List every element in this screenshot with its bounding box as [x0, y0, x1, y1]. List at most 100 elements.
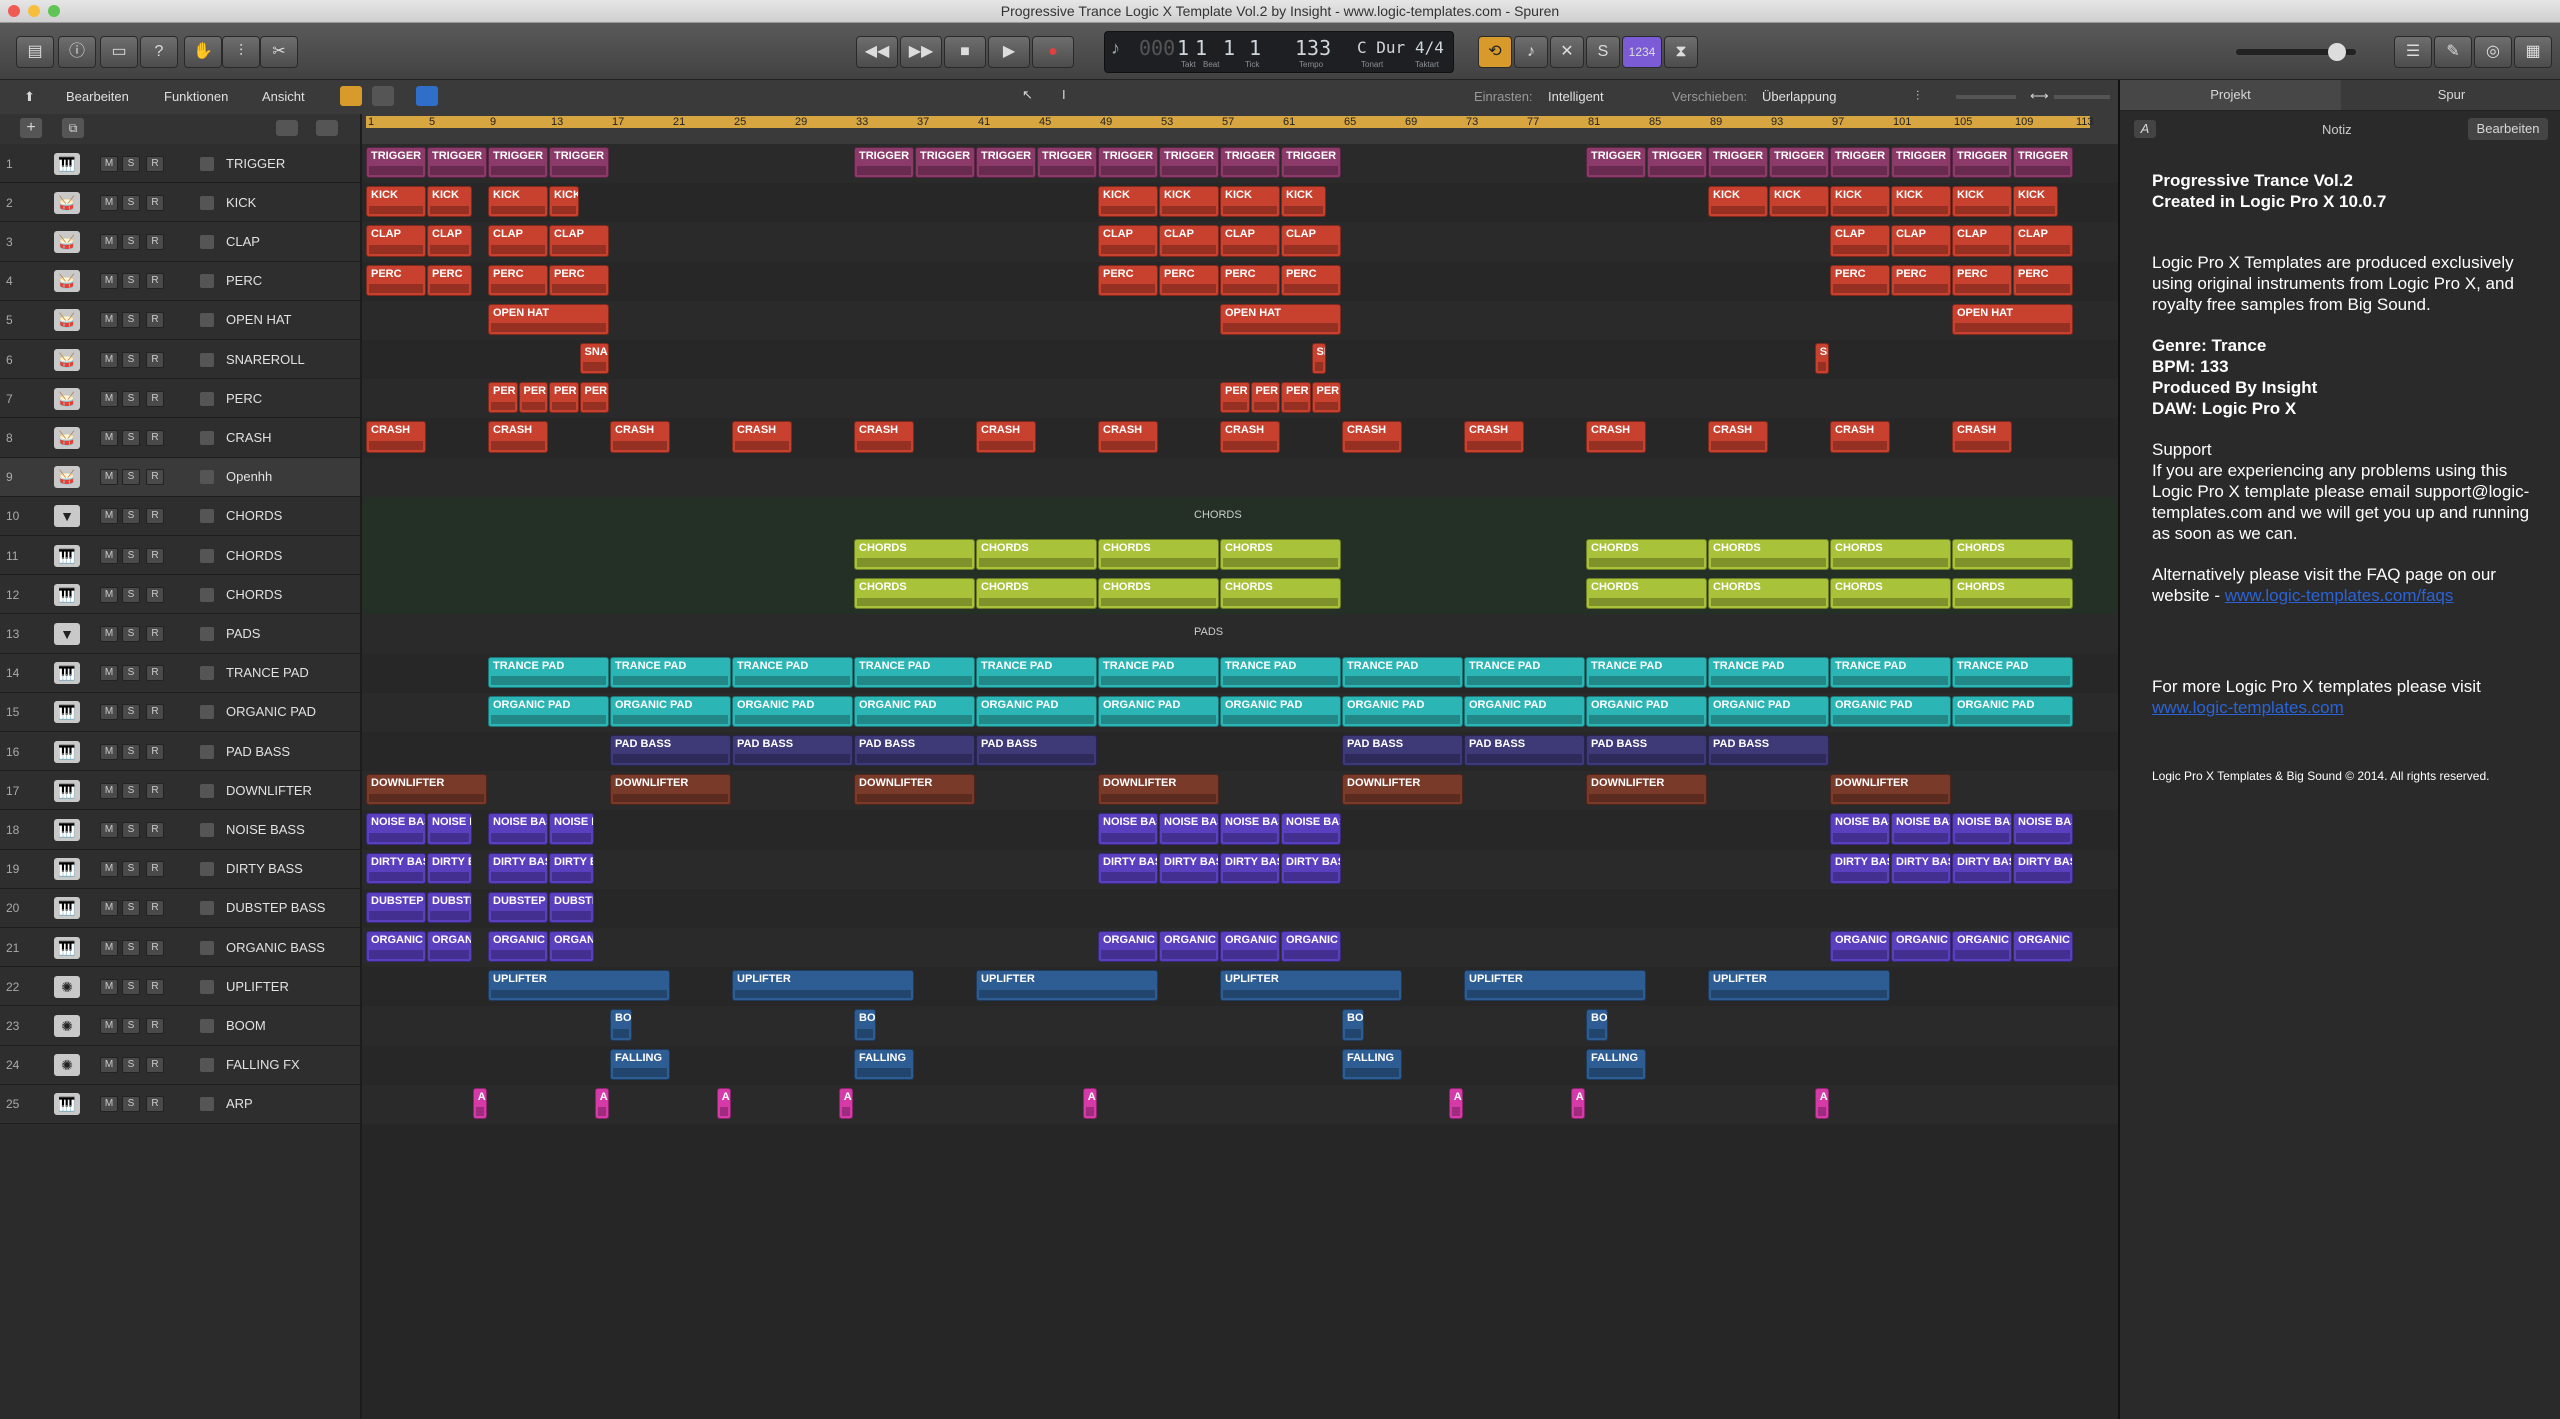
region[interactable]: A	[594, 1087, 609, 1119]
region[interactable]: CLAP	[488, 225, 548, 257]
automation-icon[interactable]	[200, 587, 214, 602]
region[interactable]: PAD BASS	[976, 735, 1097, 767]
solo-button[interactable]: S	[122, 1096, 140, 1113]
record-enable-button[interactable]: R	[146, 939, 164, 956]
region[interactable]: CRASH	[1464, 421, 1524, 453]
track-name[interactable]: CRASH	[226, 430, 272, 445]
region[interactable]: PER	[488, 382, 518, 414]
region[interactable]: PERC	[1159, 264, 1219, 296]
region[interactable]: TRIGGER	[1891, 147, 1951, 179]
region[interactable]: FALLING	[610, 1048, 670, 1080]
solo-button[interactable]: S	[122, 782, 140, 799]
solo-button[interactable]: S	[122, 469, 140, 486]
region[interactable]: CHORDS	[1708, 578, 1829, 610]
region[interactable]: OPEN HAT	[1220, 303, 1341, 335]
track-header[interactable]: 8 🥁 M S R CRASH	[0, 418, 360, 458]
website-link[interactable]: www.logic-templates.com	[2152, 698, 2344, 717]
region[interactable]: TRANCE PAD	[488, 656, 609, 688]
region[interactable]: NOISE BAS	[1098, 813, 1158, 845]
editors-button[interactable]: ✂	[260, 36, 298, 68]
mute-button[interactable]: M	[100, 194, 118, 211]
region[interactable]: CHORDS	[1220, 578, 1341, 610]
faq-link[interactable]: www.logic-templates.com/faqs	[2225, 586, 2454, 605]
solo-button[interactable]: S	[122, 312, 140, 329]
region[interactable]: CHORDS	[854, 578, 975, 610]
record-enable-button[interactable]: R	[146, 900, 164, 917]
region[interactable]: TRIGGER	[2013, 147, 2073, 179]
track-header[interactable]: 2 🥁 M S R KICK	[0, 183, 360, 223]
region[interactable]: CHORDS	[976, 578, 1097, 610]
replace-button[interactable]: ✕	[1550, 36, 1584, 68]
solo-button[interactable]: S	[122, 586, 140, 603]
automation-icon[interactable]	[200, 822, 214, 837]
solo-button[interactable]: S	[122, 155, 140, 172]
region[interactable]: A	[1082, 1087, 1097, 1119]
region[interactable]: DOWNLIFTER	[854, 774, 975, 806]
region[interactable]: DIRTY BAS	[427, 852, 472, 884]
region[interactable]: PERC	[488, 264, 548, 296]
record-enable-button[interactable]: R	[146, 743, 164, 760]
region[interactable]: PER	[549, 382, 579, 414]
region[interactable]: CHORDS	[1098, 578, 1219, 610]
region[interactable]: KICK	[549, 186, 579, 218]
mute-button[interactable]: M	[100, 508, 118, 525]
region[interactable]: ORGANIC PAD	[1586, 695, 1707, 727]
region[interactable]: TRANCE PAD	[610, 656, 731, 688]
region[interactable]: ORGANIC	[1220, 931, 1280, 963]
region[interactable]: CLAP	[1281, 225, 1341, 257]
region[interactable]: CHORDS	[1952, 578, 2073, 610]
region[interactable]: TRIGGER	[1037, 147, 1097, 179]
region[interactable]: PERC	[1098, 264, 1158, 296]
region[interactable]: TRIGGER	[976, 147, 1036, 179]
region[interactable]: CRASH	[1952, 421, 2012, 453]
metronome-button[interactable]: ⧗	[1664, 36, 1698, 68]
region[interactable]: BO	[854, 1009, 876, 1041]
solo-button[interactable]: S	[122, 1017, 140, 1034]
list-editors-button[interactable]: ☰	[2394, 36, 2432, 68]
record-enable-button[interactable]: R	[146, 1057, 164, 1074]
region[interactable]: ORGANIC	[1830, 931, 1890, 963]
text-tool-icon[interactable]: I	[1062, 87, 1066, 102]
automation-icon[interactable]	[200, 1018, 214, 1033]
track-header[interactable]: 10 ▼ M S R CHORDS	[0, 496, 360, 536]
region[interactable]: DIRTY BAS	[366, 852, 426, 884]
track-name[interactable]: OPEN HAT	[226, 312, 292, 327]
mute-button[interactable]: M	[100, 233, 118, 250]
mute-button[interactable]: M	[100, 312, 118, 329]
region[interactable]: PERC	[366, 264, 426, 296]
master-volume-slider[interactable]	[2236, 43, 2356, 61]
solo-button[interactable]: S	[122, 978, 140, 995]
track-header[interactable]: 22 ✺ M S R UPLIFTER	[0, 967, 360, 1007]
back-icon[interactable]: ⬆	[24, 89, 35, 105]
region[interactable]: DOWNLIFTER	[1586, 774, 1707, 806]
solo-button[interactable]: S	[122, 861, 140, 878]
region[interactable]: UPLIFTER	[732, 970, 914, 1002]
library-button[interactable]: ▤	[16, 36, 54, 68]
track-header[interactable]: 19 🎹 M S R DIRTY BASS	[0, 849, 360, 889]
region[interactable]: CLAP	[2013, 225, 2073, 257]
automation-icon[interactable]	[200, 509, 214, 524]
region[interactable]: CHORDS	[1586, 578, 1707, 610]
automation-icon[interactable]	[200, 391, 214, 406]
region[interactable]: UPLIFTER	[488, 970, 670, 1002]
track-name[interactable]: CHORDS	[226, 548, 282, 563]
region[interactable]: PAD BASS	[1586, 735, 1707, 767]
region[interactable]: ORGANIC	[488, 931, 548, 963]
region[interactable]: KICK	[1098, 186, 1158, 218]
mixer-button[interactable]: ⫶	[222, 36, 260, 68]
horizontal-zoom-slider[interactable]	[2054, 95, 2110, 99]
record-enable-button[interactable]: R	[146, 704, 164, 721]
mute-button[interactable]: M	[100, 743, 118, 760]
volume-knob[interactable]	[2328, 43, 2346, 61]
region[interactable]: UPLIFTER	[1464, 970, 1646, 1002]
region[interactable]: DUBSTEP	[427, 891, 472, 923]
region[interactable]: ORGANIC	[427, 931, 472, 963]
region[interactable]: PAD BASS	[1708, 735, 1829, 767]
region[interactable]: TRANCE PAD	[1830, 656, 1951, 688]
automation-icon[interactable]	[200, 979, 214, 994]
track-name[interactable]: Openhh	[226, 469, 272, 484]
region[interactable]: TRANCE PAD	[1586, 656, 1707, 688]
region[interactable]: CRASH	[1708, 421, 1768, 453]
forward-button[interactable]: ▶▶	[900, 36, 942, 68]
region[interactable]: A	[1448, 1087, 1463, 1119]
